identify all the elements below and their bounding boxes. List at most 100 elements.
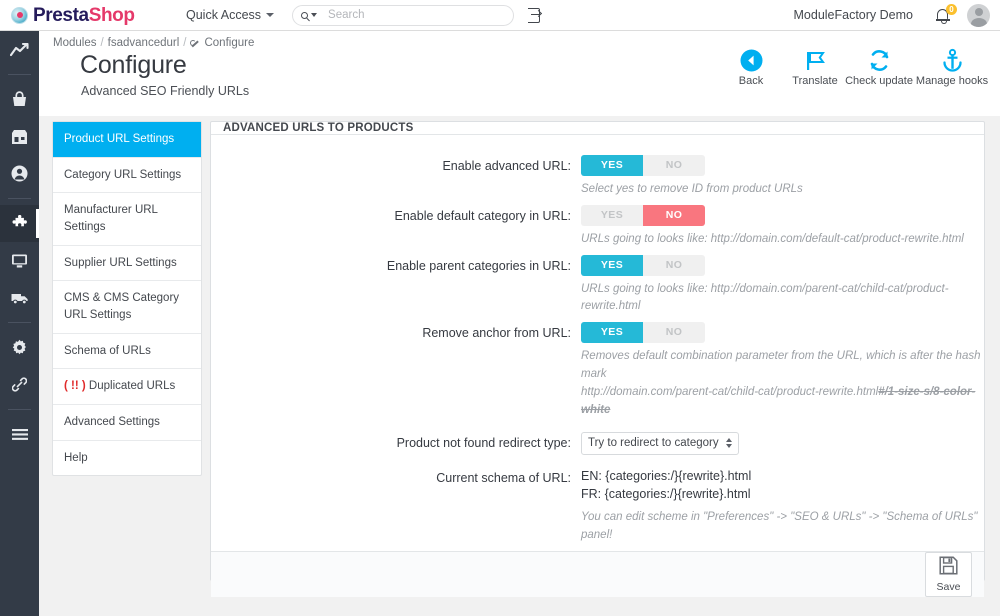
breadcrumb-item-fsadvancedurl[interactable]: fsadvancedurl (108, 37, 180, 49)
sidebar-item-supplier-url-settings[interactable]: Supplier URL Settings (53, 246, 201, 282)
warning-badge: ( !! ) (64, 380, 86, 393)
back-button[interactable]: Back (720, 41, 782, 87)
translate-button[interactable]: Translate (784, 41, 846, 87)
sidebar-item-modules[interactable] (0, 205, 39, 242)
back-button-label: Back (738, 75, 764, 87)
manage-hooks-button-label: Manage hooks (915, 75, 989, 87)
hamburger-icon (11, 429, 28, 440)
top-header-bar: PrestaShop Quick Access Search ModuleFac… (0, 0, 1000, 31)
logo-presta-text: Presta (33, 4, 89, 26)
module-settings-nav: Product URL Settings Category URL Settin… (52, 121, 202, 477)
form-row-redirect-type: Product not found redirect type: Try to … (211, 431, 984, 455)
stepper-arrows-icon (726, 438, 732, 448)
breadcrumb-item-modules[interactable]: Modules (53, 37, 96, 49)
field-hint-line2: http://domain.com/parent-cat/child-cat/p… (581, 384, 984, 420)
login-exit-icon[interactable] (528, 7, 545, 23)
sidebar-item-advanced-settings[interactable]: Advanced Settings (53, 405, 201, 441)
toggle-yes-option[interactable]: YES (581, 155, 643, 176)
manage-hooks-button[interactable]: Manage hooks (912, 41, 992, 87)
schema-line-en: EN: {categories:/}{rewrite}.html (581, 468, 752, 483)
flag-icon (803, 46, 828, 74)
prestashop-logo-icon (11, 6, 28, 24)
sidebar-item-design[interactable] (0, 242, 39, 279)
page-title: Configure (80, 51, 187, 79)
nav-label: Product URL Settings (64, 133, 175, 145)
sidebar-item-cms-url-settings[interactable]: CMS & CMS Category URL Settings (53, 281, 201, 334)
logo-shop-text: Shop (88, 4, 135, 26)
person-circle-icon (11, 165, 28, 182)
toggle-no-option[interactable]: NO (643, 204, 705, 226)
sidebar-item-schema-of-urls[interactable]: Schema of URLs (53, 334, 201, 370)
rail-divider (8, 198, 31, 199)
search-input[interactable]: Search (292, 4, 515, 26)
back-arrow-icon (739, 46, 764, 74)
enable-parent-categories-toggle[interactable]: YES NO (581, 254, 705, 276)
basket-icon (11, 91, 28, 108)
field-hint: URLs going to looks like: http://domain.… (581, 282, 949, 313)
settings-panel: ADVANCED URLS TO PRODUCTS Enable advance… (210, 121, 985, 597)
panel-footer: Save (211, 550, 984, 597)
chevron-down-icon (266, 13, 275, 17)
quick-access-label: Quick Access (186, 8, 262, 22)
schema-line-fr: FR: {categories:/}{rewrite}.html (581, 487, 751, 502)
prestashop-logo[interactable]: PrestaShop (11, 6, 161, 25)
rail-divider (8, 322, 31, 323)
toggle-no-option[interactable]: NO (643, 322, 705, 344)
notification-badge: 0 (946, 3, 957, 15)
toggle-yes-option[interactable]: YES (581, 204, 643, 226)
sidebar-item-duplicated-urls[interactable]: ( !! ) Duplicated URLs (53, 369, 201, 406)
anchor-icon (940, 46, 965, 74)
breadcrumb-separator: / (100, 37, 104, 49)
sidebar-item-orders[interactable] (0, 81, 39, 118)
sidebar-item-product-url-settings[interactable]: Product URL Settings (53, 122, 201, 158)
nav-label: Duplicated URLs (88, 380, 176, 393)
avatar[interactable] (967, 3, 990, 27)
monitor-icon (11, 253, 28, 269)
sidebar-item-help[interactable]: Help (53, 441, 201, 476)
refresh-icon (867, 46, 892, 74)
chevron-down-icon[interactable] (311, 13, 318, 17)
redirect-type-select[interactable]: Try to redirect to category (Recc (581, 431, 739, 455)
sidebar-item-configure[interactable] (0, 329, 39, 366)
puzzle-icon (11, 214, 29, 233)
sidebar-item-shipping[interactable] (0, 279, 39, 316)
sidebar-item-catalog[interactable] (0, 118, 39, 155)
nav-label: Manufacturer URL Settings (64, 204, 158, 234)
quick-access-menu[interactable]: Quick Access (186, 8, 275, 22)
field-label: Remove anchor from URL: (422, 326, 571, 341)
save-button[interactable]: Save (925, 551, 972, 597)
sidebar-item-customers[interactable] (0, 155, 39, 192)
toggle-no-option[interactable]: NO (643, 155, 705, 176)
form-row-enable-advanced-url: Enable advanced URL: YES NO Select yes t… (211, 155, 984, 199)
field-label: Current schema of URL: (436, 470, 571, 485)
nav-label: Category URL Settings (64, 168, 182, 181)
enable-default-category-toggle[interactable]: YES NO (581, 204, 705, 226)
header-right-cluster: ModuleFactory Demo 0 (794, 3, 990, 27)
toggle-no-option[interactable]: NO (643, 254, 705, 276)
enable-advanced-url-toggle[interactable]: YES NO (581, 155, 705, 176)
save-button-label: Save (936, 580, 961, 593)
check-update-button[interactable]: Check update (845, 41, 913, 87)
hint-url-text: http://domain.com/parent-cat/child-cat/p… (581, 385, 879, 398)
field-label: Product not found redirect type: (396, 435, 571, 450)
sidebar-item-category-url-settings[interactable]: Category URL Settings (53, 158, 201, 194)
toggle-yes-option[interactable]: YES (581, 322, 643, 344)
logo-text: PrestaShop (33, 6, 135, 25)
remove-anchor-toggle[interactable]: YES NO (581, 322, 705, 344)
notifications-button[interactable]: 0 (935, 3, 957, 25)
sidebar-item-advanced-parameters[interactable] (0, 366, 39, 403)
page-toolbar: Back Translate Check update Manage hooks (720, 41, 992, 87)
breadcrumb: Modules / fsadvancedurl / Configure (53, 37, 254, 49)
content-area: Product URL Settings Category URL Settin… (39, 116, 1000, 616)
nav-label: Advanced Settings (64, 416, 160, 429)
settings-form: Enable advanced URL: YES NO Select yes t… (211, 135, 984, 551)
toggle-yes-option[interactable]: YES (581, 254, 643, 276)
sidebar-item-dashboard[interactable] (0, 31, 39, 68)
sidebar-item-more-menu[interactable] (0, 416, 39, 453)
sidebar-item-manufacturer-url-settings[interactable]: Manufacturer URL Settings (53, 193, 201, 246)
nav-label: Schema of URLs (64, 344, 151, 357)
truck-icon (11, 291, 29, 305)
translate-button-label: Translate (792, 75, 838, 87)
user-menu[interactable]: ModuleFactory Demo (794, 8, 914, 22)
rail-divider (8, 74, 31, 75)
